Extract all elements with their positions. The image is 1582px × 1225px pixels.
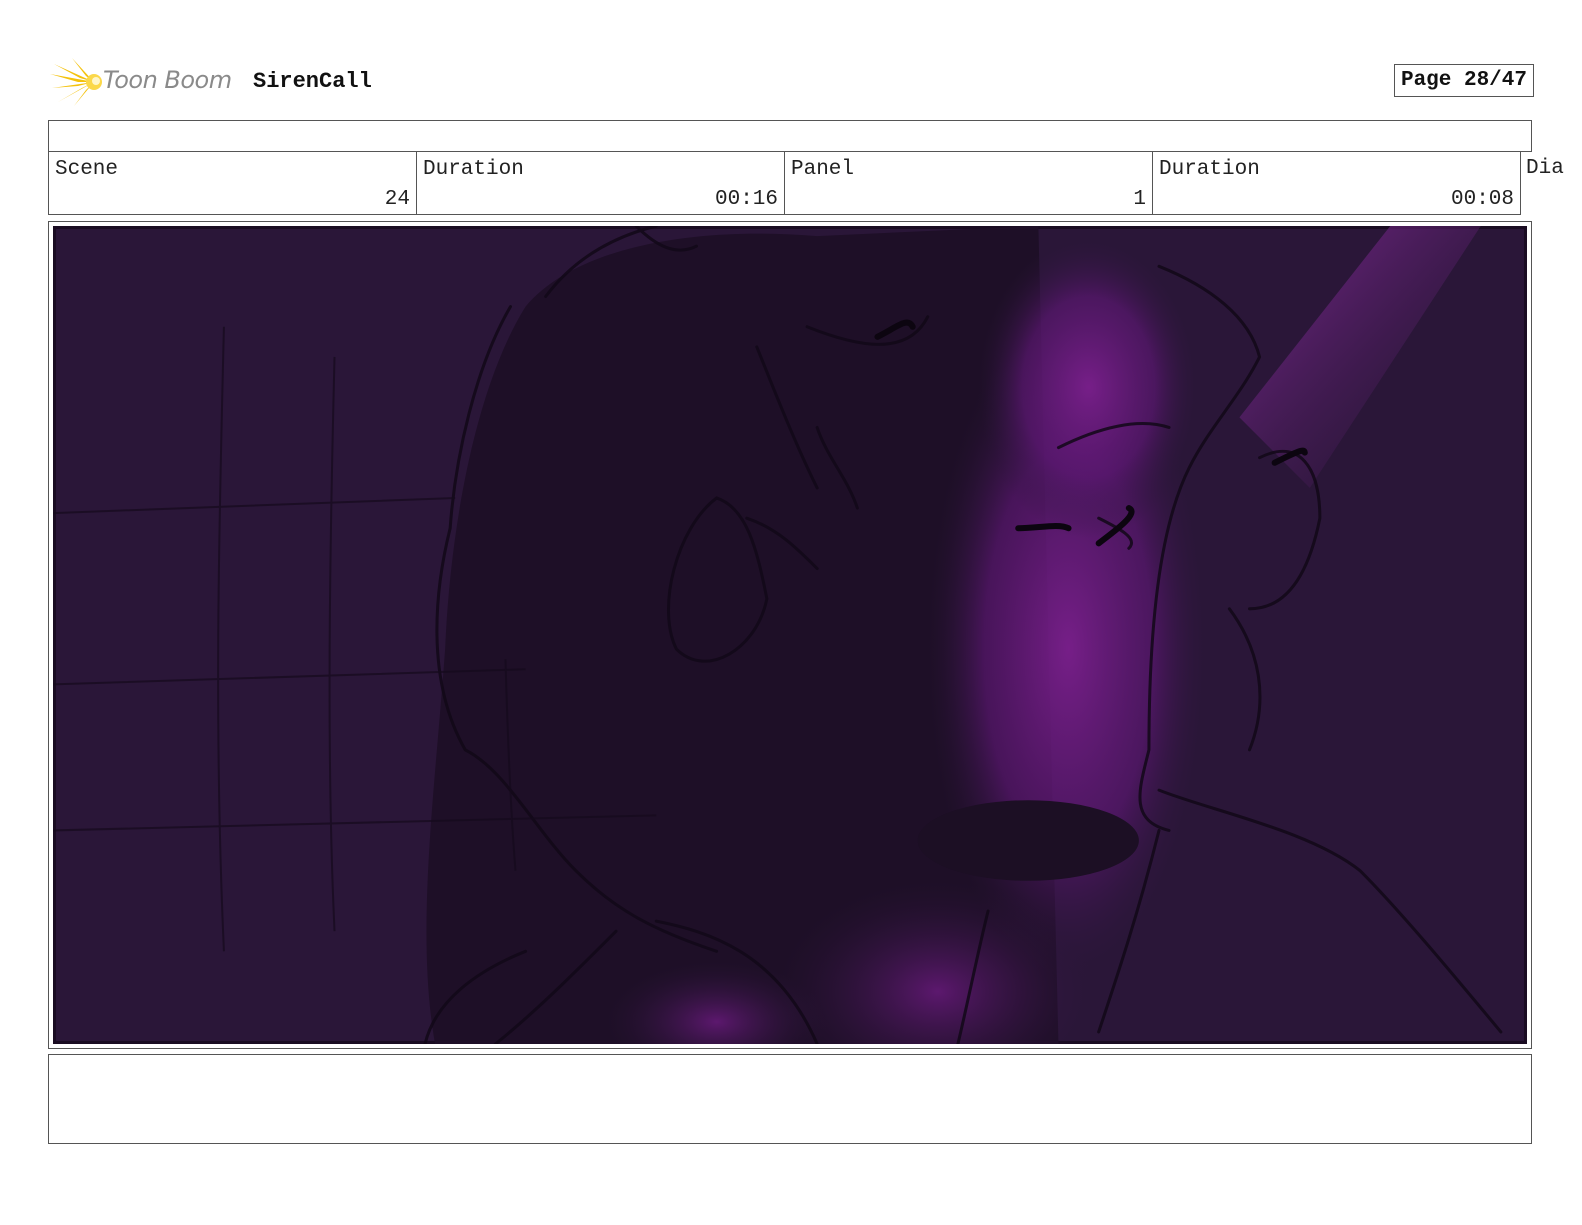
scene-cell: Scene 24: [48, 151, 417, 215]
dialogue-cell: Dia: [1520, 151, 1568, 215]
panel-cell: Panel 1: [784, 151, 1153, 215]
panel-notes: [48, 1054, 1532, 1144]
page-indicator: Page 28/47: [1393, 64, 1534, 97]
project-title: SirenCall: [253, 69, 372, 94]
panel-duration-value: 00:08: [1450, 188, 1514, 211]
brand-name: Toon Boom: [103, 66, 232, 94]
scene-value: 24: [384, 188, 410, 211]
scene-duration-value: 00:16: [714, 188, 778, 211]
scene-label: Scene: [55, 158, 119, 181]
panel-frame: [48, 221, 1532, 1049]
toon-boom-logo-icon: [50, 58, 102, 106]
panel-image: [53, 226, 1527, 1044]
dialogue-label: Dia: [1526, 157, 1564, 180]
panel-info-row: Scene 24 Duration 00:16 Panel 1 Duration…: [48, 151, 1568, 215]
panel-label: Panel: [791, 158, 855, 181]
scene-duration-cell: Duration 00:16: [416, 151, 785, 215]
storyboard-sketch-icon: [53, 226, 1527, 1044]
panel-duration-cell: Duration 00:08: [1152, 151, 1521, 215]
panel-duration-label: Duration: [1159, 158, 1260, 181]
storyboard-header: Toon Boom SirenCall Page 28/47: [50, 56, 1534, 108]
panel-value: 1: [1133, 188, 1146, 211]
top-strip: [48, 120, 1532, 152]
scene-duration-label: Duration: [423, 158, 524, 181]
